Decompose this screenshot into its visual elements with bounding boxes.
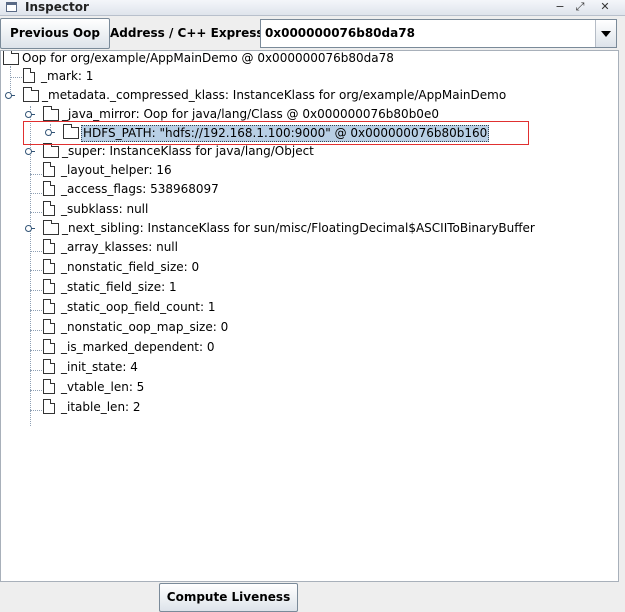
tree-node-label: _itable_len: 2 [61,400,141,414]
tree-node-label: _nonstatic_field_size: 0 [61,260,200,274]
file-icon [43,201,55,216]
tree-connector [30,193,42,194]
file-icon [43,299,55,314]
file-icon [43,339,55,354]
tree-node-label: _static_oop_field_count: 1 [61,300,216,314]
tree-connector [30,310,42,311]
file-icon [43,399,55,414]
tree-node-label: _layout_helper: 16 [61,163,172,177]
tree-node-label: _mark: 1 [41,69,94,83]
tree-connector [30,174,42,175]
title-bar: Inspector − ⤢ ✕ [0,0,625,16]
tree-connector [10,77,22,78]
tree-node-label: _nonstatic_oop_map_size: 0 [61,320,229,334]
expand-handle-icon[interactable] [25,111,35,118]
tree-connector [30,350,42,351]
minimize-icon[interactable]: − [553,1,567,13]
window-title: Inspector [25,0,89,14]
tree-node-label: _access_flags: 538968097 [61,182,219,196]
highlight-annotation [23,121,529,145]
folder-icon [43,220,59,235]
address-combobox[interactable]: 0x000000076b80da78 [260,19,617,48]
tree-node-label: _vtable_len: 5 [61,380,145,394]
tree-connector [30,330,42,331]
tree-connector [30,390,42,391]
previous-oop-button[interactable]: Previous Oop [0,18,110,49]
tree-node-label: _init_state: 4 [61,360,138,374]
tree-node-label: _array_klasses: null [61,240,178,254]
tree-connector [30,270,42,271]
expand-handle-icon[interactable] [25,148,35,155]
tree-connector [30,290,42,291]
folder-icon [3,51,19,65]
tree-node-label: _metadata._compressed_klass: InstanceKla… [42,88,507,102]
tree-node-label: _is_marked_dependent: 0 [61,340,215,354]
folder-icon [43,143,59,158]
file-icon [43,379,55,394]
folder-icon [23,87,39,102]
expand-handle-icon[interactable] [5,92,15,99]
file-icon [43,181,55,196]
folder-icon [43,106,59,121]
tree-node-label: _next_sibling: InstanceKlass for sun/mis… [62,221,535,235]
window-icon [6,2,17,12]
file-icon [43,359,55,374]
dropdown-arrow-icon[interactable] [595,20,616,47]
file-icon [23,68,35,83]
address-input[interactable]: 0x000000076b80da78 [265,20,415,47]
tree-connector [30,410,42,411]
tree-node-label: _static_field_size: 1 [61,280,177,294]
tree-connector [30,251,42,252]
file-icon [43,259,55,274]
compute-liveness-button[interactable]: Compute Liveness [159,583,298,612]
maximize-icon[interactable]: ⤢ [573,1,587,13]
tree-connector [30,212,42,213]
close-icon[interactable]: ✕ [598,1,612,13]
file-icon [43,239,55,254]
tree-connector [30,370,42,371]
file-icon [43,279,55,294]
tree-node-label: _subklass: null [61,202,149,216]
file-icon [43,162,55,177]
tree-node-label: Oop for org/example/AppMainDemo @ 0x0000… [22,51,394,65]
file-icon [43,319,55,334]
expand-handle-icon[interactable] [25,225,35,232]
